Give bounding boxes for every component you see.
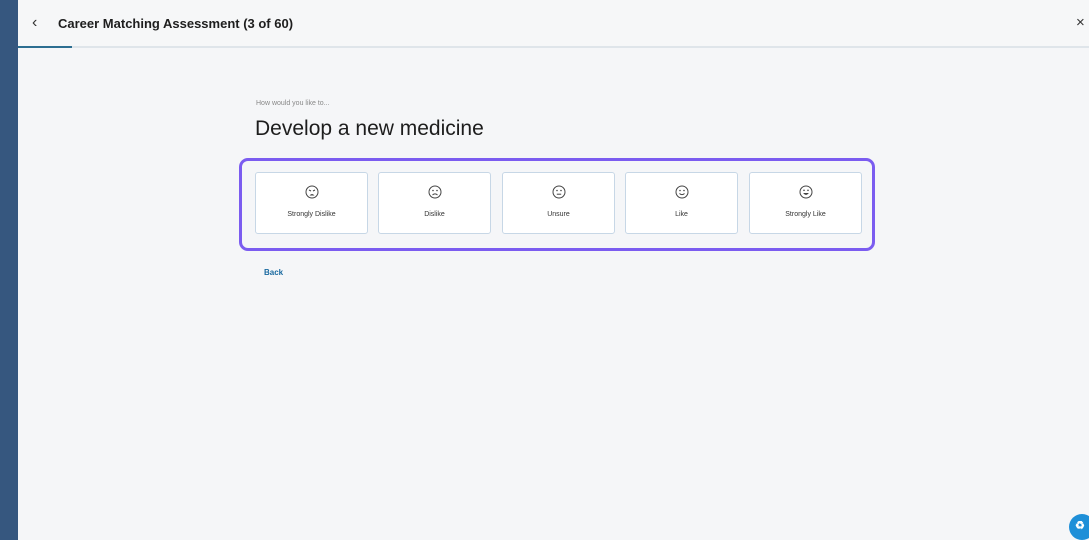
neutral-face-icon — [552, 185, 565, 199]
close-icon[interactable]: × — [1076, 15, 1085, 30]
option-label: Strongly Like — [785, 211, 826, 218]
header-bar: ‹ Career Matching Assessment (3 of 60) × — [18, 0, 1089, 47]
option-unsure[interactable]: Unsure — [502, 172, 615, 234]
progress-track — [18, 46, 1089, 48]
option-label: Dislike — [424, 211, 445, 218]
option-strongly-like[interactable]: Strongly Like — [749, 172, 862, 234]
option-dislike[interactable]: Dislike — [378, 172, 491, 234]
option-label: Like — [675, 211, 688, 218]
option-label: Unsure — [547, 211, 570, 218]
chat-help-icon[interactable]: ♻ — [1069, 514, 1089, 540]
sad-face-icon — [428, 185, 441, 199]
option-like[interactable]: Like — [625, 172, 738, 234]
question-text: Develop a new medicine — [255, 117, 484, 140]
big-smile-face-icon — [799, 185, 812, 199]
smile-face-icon — [675, 185, 688, 199]
assessment-window: ‹ Career Matching Assessment (3 of 60) ×… — [18, 0, 1089, 540]
page-title: Career Matching Assessment (3 of 60) — [58, 16, 294, 31]
very-sad-face-icon — [305, 185, 318, 199]
question-prompt: How would you like to... — [256, 100, 330, 107]
option-strongly-dislike[interactable]: Strongly Dislike — [255, 172, 368, 234]
progress-fill — [18, 46, 72, 48]
chevron-left-icon[interactable]: ‹ — [32, 15, 46, 31]
back-link[interactable]: Back — [264, 268, 283, 277]
option-label: Strongly Dislike — [287, 211, 336, 218]
